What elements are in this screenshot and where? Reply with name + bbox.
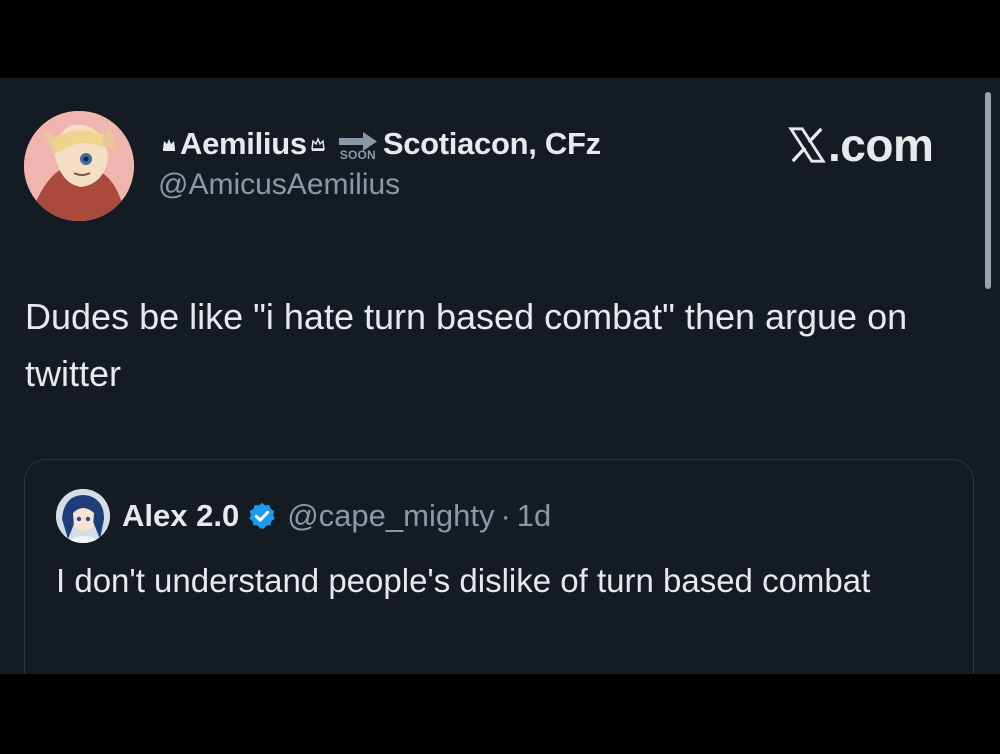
separator-dot: · <box>500 498 511 533</box>
quoted-avatar-image <box>56 489 110 543</box>
quoted-tweet-header: Alex 2.0 @cape_mighty · 1d <box>122 493 551 539</box>
quoted-author-name[interactable]: Alex 2.0 <box>122 498 239 534</box>
soon-label: SOON <box>339 148 376 162</box>
tweet-screen: Aemilius SOON Scotiacon, CFz @AmicusAemi… <box>0 78 1000 674</box>
x-logo-icon <box>788 127 826 163</box>
quoted-author-avatar[interactable] <box>56 489 110 543</box>
soon-arrow-badge: SOON <box>337 131 379 161</box>
author-avatar[interactable] <box>24 111 134 221</box>
tweet-text: Dudes be like "i hate turn based combat"… <box>25 296 908 394</box>
quoted-tweet-card[interactable]: Alex 2.0 @cape_mighty · 1d I don't under… <box>24 459 974 674</box>
crown-outline-icon <box>311 137 325 151</box>
quoted-tweet-text: I don't understand people's dislike of t… <box>56 562 871 599</box>
screenshot-frame: Aemilius SOON Scotiacon, CFz @AmicusAemi… <box>0 0 1000 754</box>
crown-icon <box>163 139 175 151</box>
scrollbar[interactable] <box>985 92 991 289</box>
author-display-name[interactable]: Aemilius <box>180 126 307 162</box>
author-name-suffix[interactable]: Scotiacon, CFz <box>383 126 601 162</box>
brand-watermark: .com <box>788 118 934 172</box>
author-avatar-image <box>24 111 134 221</box>
brand-domain: .com <box>828 119 934 171</box>
author-handle[interactable]: @AmicusAemilius <box>158 168 400 202</box>
quoted-tweet-time[interactable]: 1d <box>517 498 551 534</box>
quoted-author-handle[interactable]: @cape_mighty <box>287 498 494 534</box>
author-name-row: Aemilius SOON Scotiacon, CFz <box>158 122 601 166</box>
verified-badge-icon <box>249 502 275 529</box>
